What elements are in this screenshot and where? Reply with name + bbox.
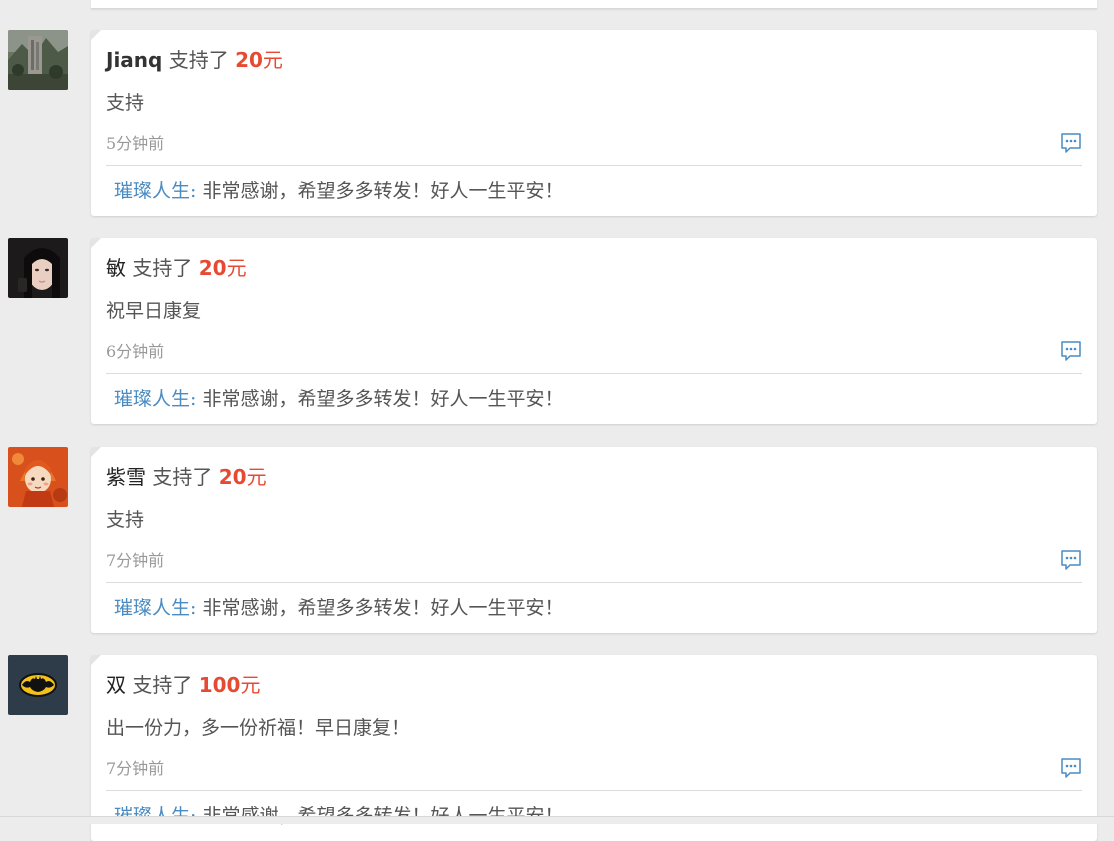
donor-avatar[interactable] xyxy=(8,447,68,507)
donation-verb: 支持了 xyxy=(132,673,193,697)
amount-unit: 元 xyxy=(240,673,261,697)
donation-amount: 20元 xyxy=(199,256,247,280)
donation-card: 紫雪 支持了 20元 支持 7分钟前 璀璨人生: 非常感谢，希望多多转发！好人一… xyxy=(91,447,1097,633)
reply-author[interactable]: 璀璨人生: xyxy=(114,180,196,202)
donation-message: 支持 xyxy=(106,92,145,114)
donation-card: 敏 支持了 20元 祝早日康复 6分钟前 璀璨人生: 非常感谢，希望多多转发！好… xyxy=(91,238,1097,424)
donation-time: 7分钟前 xyxy=(106,759,165,778)
divider xyxy=(106,582,1082,583)
comment-icon[interactable] xyxy=(1060,757,1082,779)
reply-author[interactable]: 璀璨人生: xyxy=(114,388,196,410)
donation-header: Jianq 支持了 20元 xyxy=(106,47,283,73)
cartoon-girl-avatar-icon xyxy=(8,447,68,507)
donation-verb: 支持了 xyxy=(152,465,213,489)
amount-value: 100 xyxy=(198,673,241,697)
owner-reply: 璀璨人生: 非常感谢，希望多多转发！好人一生平安！ xyxy=(114,595,563,621)
donor-name[interactable]: Jianq xyxy=(106,48,162,72)
comment-icon[interactable] xyxy=(1060,340,1082,362)
donation-card: Jianq 支持了 20元 支持 5分钟前 璀璨人生: 非常感谢，希望多多转发！… xyxy=(91,30,1097,216)
donation-header: 双 支持了 100元 xyxy=(106,672,260,698)
owner-reply: 璀璨人生: 非常感谢，希望多多转发！好人一生平安！ xyxy=(114,386,563,412)
previous-card-edge xyxy=(91,0,1097,9)
comment-icon[interactable] xyxy=(1060,132,1082,154)
divider xyxy=(106,165,1082,166)
donor-avatar[interactable] xyxy=(8,655,68,715)
donor-avatar[interactable] xyxy=(8,30,68,90)
donation-verb: 支持了 xyxy=(168,48,229,72)
donation-time: 5分钟前 xyxy=(106,134,165,153)
amount-value: 20 xyxy=(198,256,227,280)
donation-verb: 支持了 xyxy=(132,256,193,280)
reply-author[interactable]: 璀璨人生: xyxy=(114,597,196,619)
donor-name[interactable]: 双 xyxy=(106,673,126,697)
reply-text: 非常感谢，希望多多转发！好人一生平安！ xyxy=(196,388,564,410)
divider xyxy=(106,790,1082,791)
comment-icon[interactable] xyxy=(1060,549,1082,571)
donation-time: 6分钟前 xyxy=(106,342,165,361)
owner-reply: 璀璨人生: 非常感谢，希望多多转发！好人一生平安！ xyxy=(114,178,563,204)
mountain-photo-avatar-icon xyxy=(8,30,68,90)
batman-logo-avatar-icon xyxy=(8,655,68,715)
donation-message: 出一份力，多一份祈福！早日康复！ xyxy=(106,717,411,739)
donation-amount: 20元 xyxy=(219,465,267,489)
girl-photo-avatar-icon xyxy=(8,238,68,298)
donor-name[interactable]: 紫雪 xyxy=(106,465,146,489)
amount-unit: 元 xyxy=(262,48,283,72)
amount-unit: 元 xyxy=(246,465,267,489)
donation-header: 紫雪 支持了 20元 xyxy=(106,464,267,490)
amount-unit: 元 xyxy=(226,256,247,280)
donation-header: 敏 支持了 20元 xyxy=(106,255,247,281)
amount-value: 20 xyxy=(235,48,263,72)
donation-time: 7分钟前 xyxy=(106,551,165,570)
donor-avatar[interactable] xyxy=(8,238,68,298)
divider xyxy=(106,373,1082,374)
donation-amount: 100元 xyxy=(199,673,261,697)
donation-amount: 20元 xyxy=(235,48,283,72)
donation-message: 支持 xyxy=(106,509,145,531)
reply-text: 非常感谢，希望多多转发！好人一生平安！ xyxy=(196,180,564,202)
donation-card: 双 支持了 100元 出一份力，多一份祈福！早日康复！ 7分钟前 璀璨人生: 非… xyxy=(91,655,1097,841)
amount-value: 20 xyxy=(218,465,247,489)
donor-name[interactable]: 敏 xyxy=(106,256,126,280)
donation-message: 祝早日康复 xyxy=(106,300,202,322)
reply-text: 非常感谢，希望多多转发！好人一生平安！ xyxy=(196,597,564,619)
